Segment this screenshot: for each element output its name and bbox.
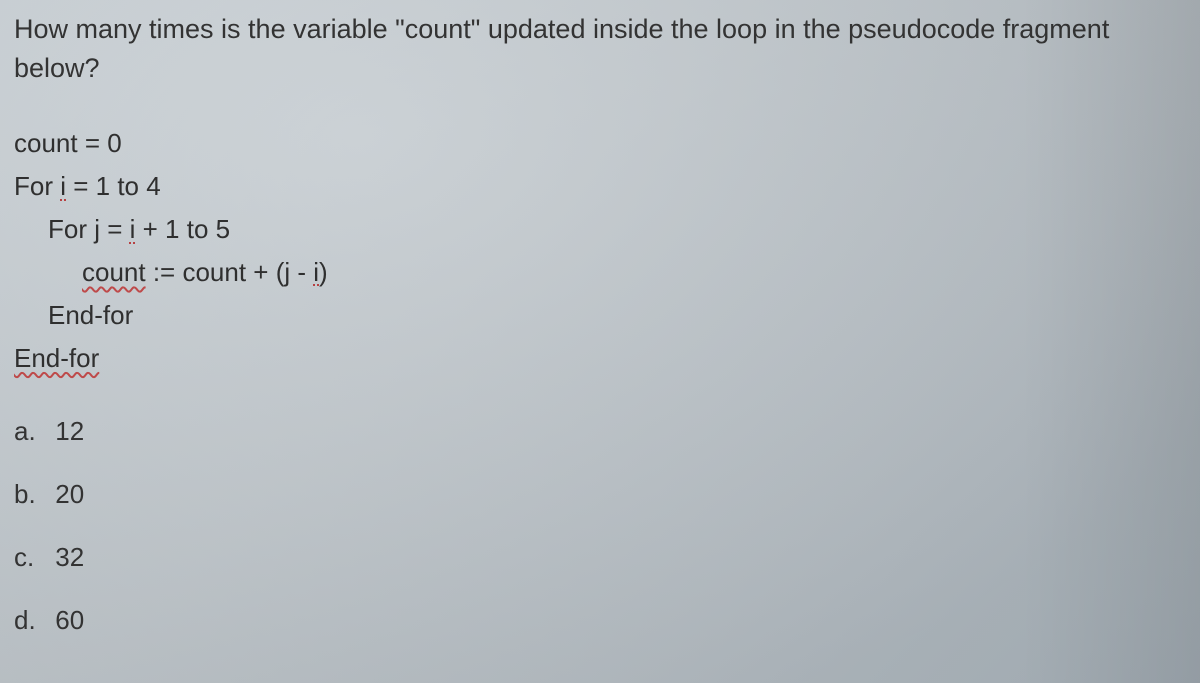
code-line-6: End-for xyxy=(14,337,1186,380)
pseudocode-block: count = 0 For i = 1 to 4 For j = i + 1 t… xyxy=(14,122,1186,379)
code-text: End-for xyxy=(14,343,99,373)
code-line-3: For j = i + 1 to 5 xyxy=(14,208,1186,251)
option-label: d. xyxy=(14,603,48,638)
code-text: = 0 xyxy=(78,128,122,158)
option-c[interactable]: c. 32 xyxy=(14,540,1186,575)
option-b[interactable]: b. 20 xyxy=(14,477,1186,512)
code-text: End-for xyxy=(48,300,133,330)
option-value: 12 xyxy=(55,416,84,446)
question-text: How many times is the variable "count" u… xyxy=(14,10,1186,88)
option-label: b. xyxy=(14,477,48,512)
option-value: 60 xyxy=(55,605,84,635)
code-text: For j = xyxy=(48,214,130,244)
code-var-count: count xyxy=(82,257,146,287)
code-line-1: count = 0 xyxy=(14,122,1186,165)
code-text: + 1 to 5 xyxy=(135,214,230,244)
code-text: count xyxy=(14,128,78,158)
code-line-5: End-for xyxy=(14,294,1186,337)
code-line-4: count := count + (j - i) xyxy=(14,251,1186,294)
option-d[interactable]: d. 60 xyxy=(14,603,1186,638)
option-label: c. xyxy=(14,540,48,575)
option-value: 20 xyxy=(55,479,84,509)
option-label: a. xyxy=(14,414,48,449)
answer-options: a. 12 b. 20 c. 32 d. 60 xyxy=(14,414,1186,638)
code-text: ) xyxy=(319,257,328,287)
code-line-2: For i = 1 to 4 xyxy=(14,165,1186,208)
code-text: = 1 to 4 xyxy=(66,171,161,201)
option-value: 32 xyxy=(55,542,84,572)
quiz-page: How many times is the variable "count" u… xyxy=(0,0,1200,638)
code-text: For xyxy=(14,171,60,201)
code-text: := count + (j - xyxy=(146,257,314,287)
option-a[interactable]: a. 12 xyxy=(14,414,1186,449)
